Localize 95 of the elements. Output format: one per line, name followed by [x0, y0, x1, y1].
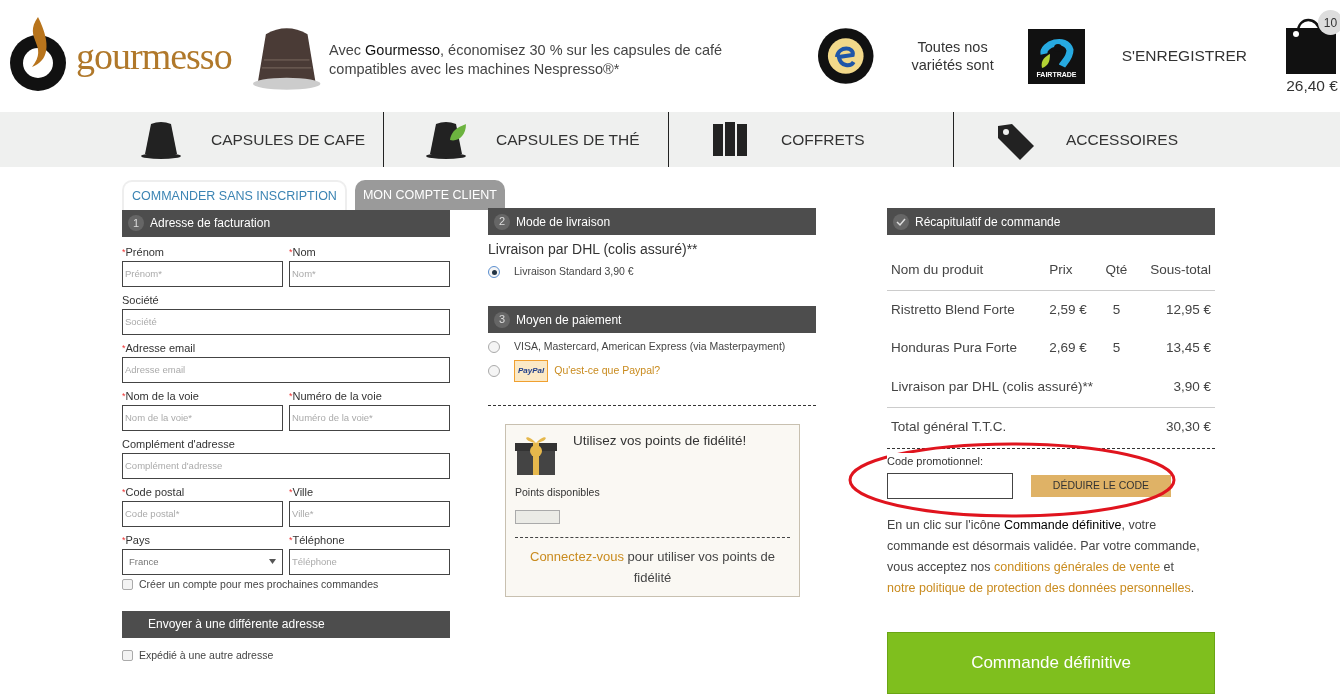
- table-cell: 3,90 €: [1134, 368, 1215, 407]
- section-title: Récapitulatif de commande: [915, 213, 1061, 231]
- table-cell: 2,59 €: [1045, 290, 1099, 329]
- table-cell-text: 5: [1111, 339, 1122, 358]
- step-number: 3: [494, 311, 510, 328]
- column-header: Nom du produit: [887, 251, 1046, 290]
- step-number: 2: [494, 213, 510, 230]
- step-number: 1: [128, 215, 144, 232]
- table-cell-text: 13,45 €: [1164, 339, 1212, 358]
- column-header: Sous-total: [1134, 251, 1215, 290]
- input-field[interactable]: Adresse email: [122, 356, 450, 383]
- input-field[interactable]: Nom*: [289, 260, 450, 287]
- capsule-icon: [139, 119, 183, 160]
- carrier-name: Livraison par DHL (colis assuré)**: [488, 240, 699, 259]
- required-asterisk: *: [122, 533, 126, 545]
- trusted-shops-seal-icon: [817, 27, 875, 85]
- required-asterisk: *: [289, 389, 293, 403]
- nav-menu-item[interactable]: COFFRETS: [669, 112, 954, 167]
- promo-text: Avec Gourmesso, économisez 30 % sur les capsules de café compatibles avec les machines Nespresso®*: [329, 41, 724, 79]
- input-field[interactable]: Prénom*: [122, 260, 283, 287]
- product-link[interactable]: Honduras Pura Forte: [887, 329, 1046, 368]
- option-label: VISA, Mastercard, American Express (via Masterpayment): [514, 339, 786, 355]
- table-cell-text: 2,69 €: [1048, 339, 1088, 358]
- input-field[interactable]: Complément d'adresse: [122, 452, 450, 479]
- table-cell: Total général T.T.C.: [887, 407, 1135, 446]
- required-asterisk: *: [122, 389, 126, 403]
- field-label: Code postal: [125, 484, 185, 499]
- promo-code-field[interactable]: [887, 472, 1013, 499]
- checkbox[interactable]: [122, 649, 133, 661]
- required-asterisk: *: [289, 533, 293, 545]
- section-title: Envoyer à une différente adresse: [148, 616, 325, 633]
- country-select[interactable]: France: [122, 548, 283, 575]
- field-label: Nom: [292, 244, 316, 259]
- legal-link[interactable]: conditions générales de vente: [994, 559, 1161, 574]
- field-label: Téléphone: [292, 532, 345, 547]
- section-title: Adresse de facturation: [150, 215, 271, 233]
- field-label: Prénom: [125, 244, 165, 259]
- field-label: Ville: [292, 484, 314, 499]
- section-title: Mode de livraison: [516, 213, 611, 231]
- input-field[interactable]: Numéro de la voie*: [289, 404, 450, 431]
- field-label: Adresse email: [125, 340, 196, 355]
- paypal-logo: PayPal: [514, 360, 549, 382]
- input-field[interactable]: Ville*: [289, 500, 450, 527]
- cart-total: 26,40 €: [1286, 76, 1338, 97]
- table-cell: 12,95 €: [1134, 290, 1215, 329]
- paypal-info-link[interactable]: Qu'est-ce que Paypal?: [554, 363, 661, 379]
- promo-code-label: Code promotionnel:: [887, 453, 985, 470]
- section-title: Moyen de paiement: [516, 311, 622, 329]
- required-asterisk: *: [122, 341, 126, 355]
- varieties-text: Toutes nos variétés sont: [910, 38, 995, 74]
- field-label: Pays: [125, 532, 150, 547]
- product-link[interactable]: Ristretto Blend Forte: [887, 290, 1046, 329]
- loyalty-title: Utilisez vos points de fidélité!: [573, 432, 747, 450]
- register-link[interactable]: S'ENREGISTRER: [1121, 44, 1247, 68]
- column-header: Prix: [1045, 251, 1099, 290]
- legal-notice: En un clic sur l'icône Commande définitive, votre commande est désormais validée. Par votre commande, vous acceptez nos conditions générales de vente et notre politique de protection des données personnelles.: [887, 516, 1201, 597]
- required-asterisk: *: [289, 245, 293, 259]
- radio-button[interactable]: [488, 365, 500, 377]
- table-cell: Livraison par DHL (colis assuré)**: [887, 368, 1135, 407]
- column-header: Qté: [1098, 251, 1135, 290]
- input-field[interactable]: Nom de la voie*: [122, 404, 283, 431]
- required-asterisk: *: [122, 245, 126, 259]
- cart-count-badge: 10: [1318, 10, 1340, 36]
- login-link[interactable]: Connectez-vous: [530, 548, 624, 564]
- tab[interactable]: MON COMPTE CLIENT: [354, 180, 505, 210]
- option-label: Livraison Standard 3,90 €: [514, 264, 634, 280]
- points-display: [515, 509, 560, 524]
- nav-menu-item[interactable]: CAPSULES DE CAFE: [99, 112, 384, 167]
- radio-button[interactable]: [488, 341, 500, 353]
- radio-button[interactable]: [488, 266, 500, 278]
- field-label: Nom de la voie: [125, 388, 199, 403]
- nav-menu-item[interactable]: ACCESSOIRES: [954, 112, 1239, 167]
- caret-icon: [269, 559, 276, 565]
- logo-text[interactable]: gourmesso: [76, 27, 232, 85]
- checkbox-label: Expédié à une autre adresse: [139, 647, 274, 663]
- legal-link[interactable]: notre politique de protection des données personnelles: [887, 580, 1191, 595]
- table-cell: 5: [1098, 290, 1135, 329]
- nav-menu-item[interactable]: CAPSULES DE THÉ: [384, 112, 669, 167]
- loyalty-login-text: Connectez-vous pour utiliser vos points de fidélité: [529, 547, 776, 587]
- points-label: Points disponibles: [515, 485, 601, 500]
- input-field[interactable]: Code postal*: [122, 500, 283, 527]
- field-label: Société: [122, 292, 159, 307]
- required-asterisk: *: [122, 485, 126, 499]
- checkbox-label: Créer un compte pour mes prochaines commandes: [139, 576, 379, 592]
- checkbox[interactable]: [122, 579, 133, 591]
- tea-capsule-icon: [424, 119, 468, 160]
- input-field[interactable]: Société: [122, 308, 450, 335]
- apply-code-button[interactable]: DÉDUIRE LE CODE: [1031, 474, 1171, 497]
- field-label: Numéro de la voie: [292, 388, 382, 403]
- field-label: Complément d'adresse: [122, 436, 235, 451]
- table-cell: 30,30 €: [1134, 407, 1215, 446]
- checkmark-icon: [893, 213, 909, 230]
- tab[interactable]: COMMANDER SANS INSCRIPTION: [122, 180, 347, 210]
- required-asterisk: *: [289, 485, 293, 499]
- input-field[interactable]: Téléphone: [289, 548, 450, 575]
